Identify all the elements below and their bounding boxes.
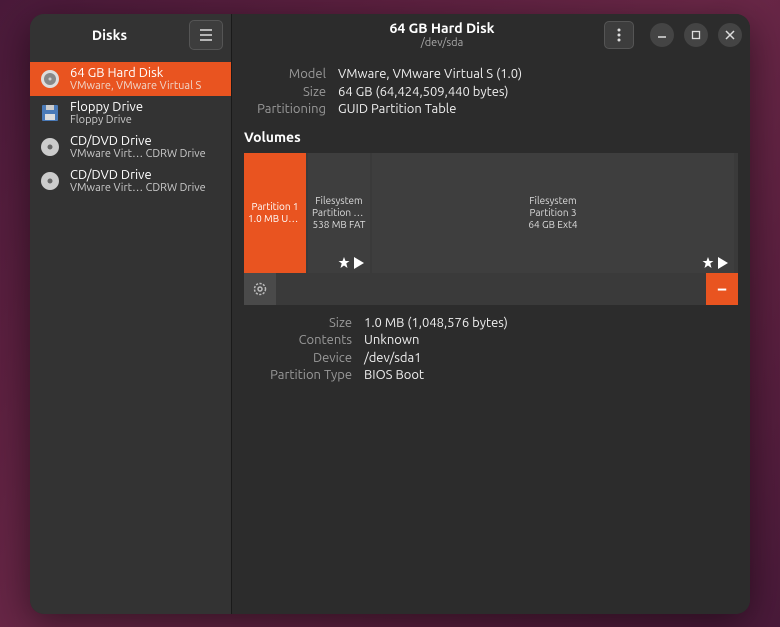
minimize-button[interactable] <box>650 23 674 47</box>
label-ptype: Partition Type <box>244 367 352 385</box>
drive-subtitle: VMware, VMware Virtual S <box>70 80 223 92</box>
volumes-row: Partition 11.0 MB Un…FilesystemPartition… <box>244 153 738 273</box>
sidebar: Disks 64 GB Hard DiskVMware, VMware Virt… <box>30 14 232 614</box>
minus-icon: − <box>717 279 727 299</box>
maximize-button[interactable] <box>684 23 708 47</box>
drive-text: CD/DVD DriveVMware Virt… CDRW Drive <box>70 134 223 160</box>
volumes-widget: Partition 11.0 MB Un…FilesystemPartition… <box>244 153 738 305</box>
optical-icon <box>38 135 62 159</box>
drive-title: CD/DVD Drive <box>70 134 223 148</box>
disk-title: 64 GB Hard Disk <box>280 21 604 36</box>
value-partitioning: GUID Partition Table <box>338 101 456 119</box>
volume-block[interactable]: FilesystemPartition 2:…538 MB FAT <box>308 153 370 273</box>
play-icon <box>354 257 364 269</box>
volumes-heading: Volumes <box>232 125 750 153</box>
volumes-toolbar: − <box>244 273 738 305</box>
drive-menu-button[interactable] <box>604 21 634 49</box>
header-center: 64 GB Hard Disk /dev/sda <box>280 21 604 48</box>
drive-item[interactable]: Floppy DriveFloppy Drive <box>30 96 231 130</box>
play-icon <box>718 257 728 269</box>
volume-block[interactable]: Partition 11.0 MB Un… <box>244 153 306 273</box>
label-partitioning: Partitioning <box>244 101 326 119</box>
label-psize: Size <box>244 315 352 333</box>
optical-icon <box>38 169 62 193</box>
value-size: 64 GB (64,424,509,440 bytes) <box>338 84 508 102</box>
value-model: VMware, VMware Virtual S (1.0) <box>338 66 522 84</box>
volume-block[interactable]: FilesystemPartition 364 GB Ext4 <box>372 153 734 273</box>
star-icon <box>338 257 350 269</box>
label-size: Size <box>244 84 326 102</box>
drive-title: CD/DVD Drive <box>70 168 223 182</box>
delete-partition-button[interactable]: − <box>706 273 738 305</box>
drive-item[interactable]: CD/DVD DriveVMware Virt… CDRW Drive <box>30 130 231 164</box>
volume-label-line: Partition 3 <box>525 207 580 219</box>
drive-title: 64 GB Hard Disk <box>70 66 223 80</box>
volume-label-line: Partition 1 <box>247 201 302 213</box>
volume-badges <box>702 257 728 269</box>
drive-text: Floppy DriveFloppy Drive <box>70 100 223 126</box>
label-contents: Contents <box>244 332 352 350</box>
gear-icon <box>252 281 268 297</box>
value-contents: Unknown <box>364 332 419 350</box>
volume-label-line: Filesystem <box>525 195 580 207</box>
drive-list: 64 GB Hard DiskVMware, VMware Virtual S F… <box>30 56 231 198</box>
maximize-icon <box>691 30 701 40</box>
star-icon <box>702 257 714 269</box>
drive-subtitle: VMware Virt… CDRW Drive <box>70 148 223 160</box>
hamburger-icon <box>199 29 213 41</box>
drive-text: 64 GB Hard DiskVMware, VMware Virtual S <box>70 66 223 92</box>
disk-device-path: /dev/sda <box>280 37 604 49</box>
close-icon <box>725 30 735 40</box>
partition-detail: Size 1.0 MB (1,048,576 bytes) Contents Unk… <box>232 305 750 395</box>
main-header: 64 GB Hard Disk /dev/sda <box>232 14 750 56</box>
drive-subtitle: Floppy Drive <box>70 114 223 126</box>
label-device: Device <box>244 350 352 368</box>
volume-label-line: 64 GB Ext4 <box>524 219 581 231</box>
toolbar-spacer <box>276 273 706 305</box>
value-ptype: BIOS Boot <box>364 367 424 385</box>
value-device: /dev/sda1 <box>364 350 422 368</box>
app-title: Disks <box>30 27 189 43</box>
close-button[interactable] <box>718 23 742 47</box>
volume-label-line: 538 MB FAT <box>309 219 370 231</box>
partition-options-button[interactable] <box>244 273 276 305</box>
main-panel: 64 GB Hard Disk /dev/sda ModelVMware, <box>232 14 750 614</box>
hdd-icon <box>38 67 62 91</box>
drive-item[interactable]: CD/DVD DriveVMware Virt… CDRW Drive <box>30 164 231 198</box>
menu-button[interactable] <box>189 20 223 50</box>
sidebar-header: Disks <box>30 14 231 56</box>
drive-text: CD/DVD DriveVMware Virt… CDRW Drive <box>70 168 223 194</box>
app-window: Disks 64 GB Hard DiskVMware, VMware Virt… <box>30 14 750 614</box>
value-psize: 1.0 MB (1,048,576 bytes) <box>364 315 508 333</box>
floppy-icon <box>38 101 62 125</box>
kebab-icon <box>617 28 621 42</box>
label-model: Model <box>244 66 326 84</box>
volume-label-line: Partition 2:… <box>308 207 370 219</box>
drive-title: Floppy Drive <box>70 100 223 114</box>
volume-label-line: Filesystem <box>311 195 366 207</box>
drive-item[interactable]: 64 GB Hard DiskVMware, VMware Virtual S <box>30 62 231 96</box>
volume-badges <box>338 257 364 269</box>
disk-info: Model VMware, VMware Virtual S (1.0) Size… <box>232 56 750 125</box>
drive-subtitle: VMware Virt… CDRW Drive <box>70 182 223 194</box>
titlebar-controls <box>604 21 742 49</box>
volume-label-line: 1.0 MB Un… <box>244 213 306 225</box>
minimize-icon <box>657 30 667 40</box>
